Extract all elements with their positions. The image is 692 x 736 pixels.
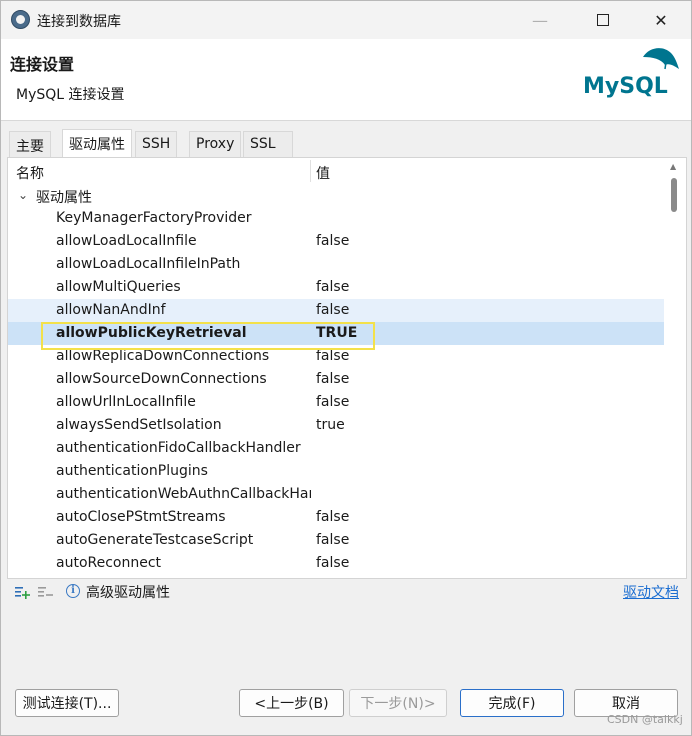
- maximize-button[interactable]: [580, 1, 626, 39]
- driver-properties-table: 名称 值 ⌄ 驱动属性 KeyManagerFactoryProvider al…: [7, 157, 687, 579]
- table-row[interactable]: allowMultiQueries false: [8, 276, 664, 299]
- tab-ssh[interactable]: SSH: [135, 131, 178, 157]
- group-row-driver-properties[interactable]: ⌄ 驱动属性: [8, 184, 664, 207]
- table-row[interactable]: allowLoadLocalInfileInPath: [8, 253, 664, 276]
- column-header-name[interactable]: 名称: [16, 158, 44, 184]
- add-property-icon[interactable]: [14, 584, 30, 600]
- property-value[interactable]: false: [316, 532, 349, 548]
- maximize-icon: [597, 14, 609, 26]
- connect-database-dialog: 连接到数据库 — ✕ 连接设置 MySQL 连接设置 MySQL 主要 驱动属性…: [0, 0, 692, 736]
- property-name: allowNanAndInf: [56, 302, 166, 318]
- window-title: 连接到数据库: [37, 14, 121, 30]
- column-header-value[interactable]: 值: [316, 158, 330, 184]
- advanced-properties-label: 高级驱动属性: [86, 585, 170, 601]
- table-row[interactable]: KeyManagerFactoryProvider: [8, 207, 664, 230]
- dbeaver-app-icon: [11, 10, 30, 29]
- property-value[interactable]: false: [316, 348, 349, 364]
- property-value[interactable]: false: [316, 279, 349, 295]
- group-label: 驱动属性: [36, 190, 92, 206]
- annotation-highlight-box: [41, 322, 375, 350]
- mysql-logo-icon: MySQL: [583, 48, 679, 99]
- scrollbar-thumb[interactable]: [671, 178, 677, 212]
- table-row[interactable]: autoReconnect false: [8, 552, 664, 575]
- column-divider[interactable]: [310, 160, 311, 182]
- page-subtitle: MySQL 连接设置: [16, 87, 125, 103]
- tab-driver-properties[interactable]: 驱动属性: [62, 129, 132, 157]
- table-row[interactable]: authenticationFidoCallbackHandler: [8, 437, 664, 460]
- finish-button[interactable]: 完成(F): [460, 689, 564, 717]
- mysql-logo-text: MySQL: [583, 74, 668, 99]
- table-row[interactable]: authenticationWebAuthnCallbackHandler: [8, 483, 664, 506]
- tab-main[interactable]: 主要: [9, 131, 51, 157]
- property-name: autoGenerateTestcaseScript: [56, 532, 254, 548]
- property-value[interactable]: false: [316, 233, 349, 249]
- table-row[interactable]: autoGenerateTestcaseScript false: [8, 529, 664, 552]
- property-value[interactable]: false: [316, 509, 349, 525]
- page-title: 连接设置: [10, 55, 75, 74]
- table-row[interactable]: alwaysSendSetIsolation true: [8, 414, 664, 437]
- property-name: alwaysSendSetIsolation: [56, 417, 222, 433]
- chevron-down-icon[interactable]: ⌄: [18, 188, 28, 202]
- driver-docs-link[interactable]: 驱动文档: [623, 582, 679, 602]
- table-body: ⌄ 驱动属性 KeyManagerFactoryProvider allowLo…: [8, 184, 664, 575]
- scroll-up-arrow-icon[interactable]: ▲: [670, 162, 676, 171]
- property-name: allowMultiQueries: [56, 279, 181, 295]
- property-value[interactable]: false: [316, 371, 349, 387]
- properties-toolbar: i 高级驱动属性 驱动文档: [1, 579, 691, 605]
- test-connection-button[interactable]: 测试连接(T)...: [15, 689, 119, 717]
- tab-proxy[interactable]: Proxy: [189, 131, 242, 157]
- watermark-text: CSDN @talkkj: [607, 713, 683, 726]
- header-panel: 连接设置 MySQL 连接设置 MySQL: [1, 39, 691, 121]
- property-name: authenticationFidoCallbackHandler: [56, 440, 301, 456]
- table-row[interactable]: allowSourceDownConnections false: [8, 368, 664, 391]
- table-row[interactable]: allowNanAndInf false: [8, 299, 664, 322]
- vertical-scrollbar[interactable]: ▲: [664, 158, 686, 578]
- table-row[interactable]: authenticationPlugins: [8, 460, 664, 483]
- remove-property-icon[interactable]: [37, 584, 53, 600]
- table-row[interactable]: autoClosePStmtStreams false: [8, 506, 664, 529]
- tab-bar: 主要 驱动属性 SSH Proxy SSL: [1, 129, 691, 157]
- property-value[interactable]: false: [316, 555, 349, 571]
- next-button[interactable]: 下一步(N)>: [349, 689, 447, 717]
- close-button[interactable]: ✕: [638, 1, 684, 39]
- property-name: autoClosePStmtStreams: [56, 509, 226, 525]
- table-row[interactable]: allowLoadLocalInfile false: [8, 230, 664, 253]
- property-name: allowSourceDownConnections: [56, 371, 267, 387]
- property-name: authenticationWebAuthnCallbackHandler: [56, 486, 311, 502]
- property-name: KeyManagerFactoryProvider: [56, 210, 252, 226]
- property-value[interactable]: true: [316, 417, 345, 433]
- tab-ssl[interactable]: SSL: [243, 131, 293, 157]
- property-name: allowLoadLocalInfileInPath: [56, 256, 241, 272]
- property-name: allowReplicaDownConnections: [56, 348, 270, 364]
- property-name: allowLoadLocalInfile: [56, 233, 197, 249]
- info-icon: i: [66, 584, 80, 598]
- property-value[interactable]: false: [316, 302, 349, 318]
- back-button[interactable]: <上一步(B): [239, 689, 344, 717]
- minimize-button[interactable]: —: [517, 1, 563, 39]
- title-bar: 连接到数据库 — ✕: [1, 1, 691, 39]
- property-name: authenticationPlugins: [56, 463, 208, 479]
- property-name: autoReconnect: [56, 555, 162, 571]
- table-row[interactable]: allowUrlInLocalInfile false: [8, 391, 664, 414]
- property-name: allowUrlInLocalInfile: [56, 394, 196, 410]
- property-value[interactable]: false: [316, 394, 349, 410]
